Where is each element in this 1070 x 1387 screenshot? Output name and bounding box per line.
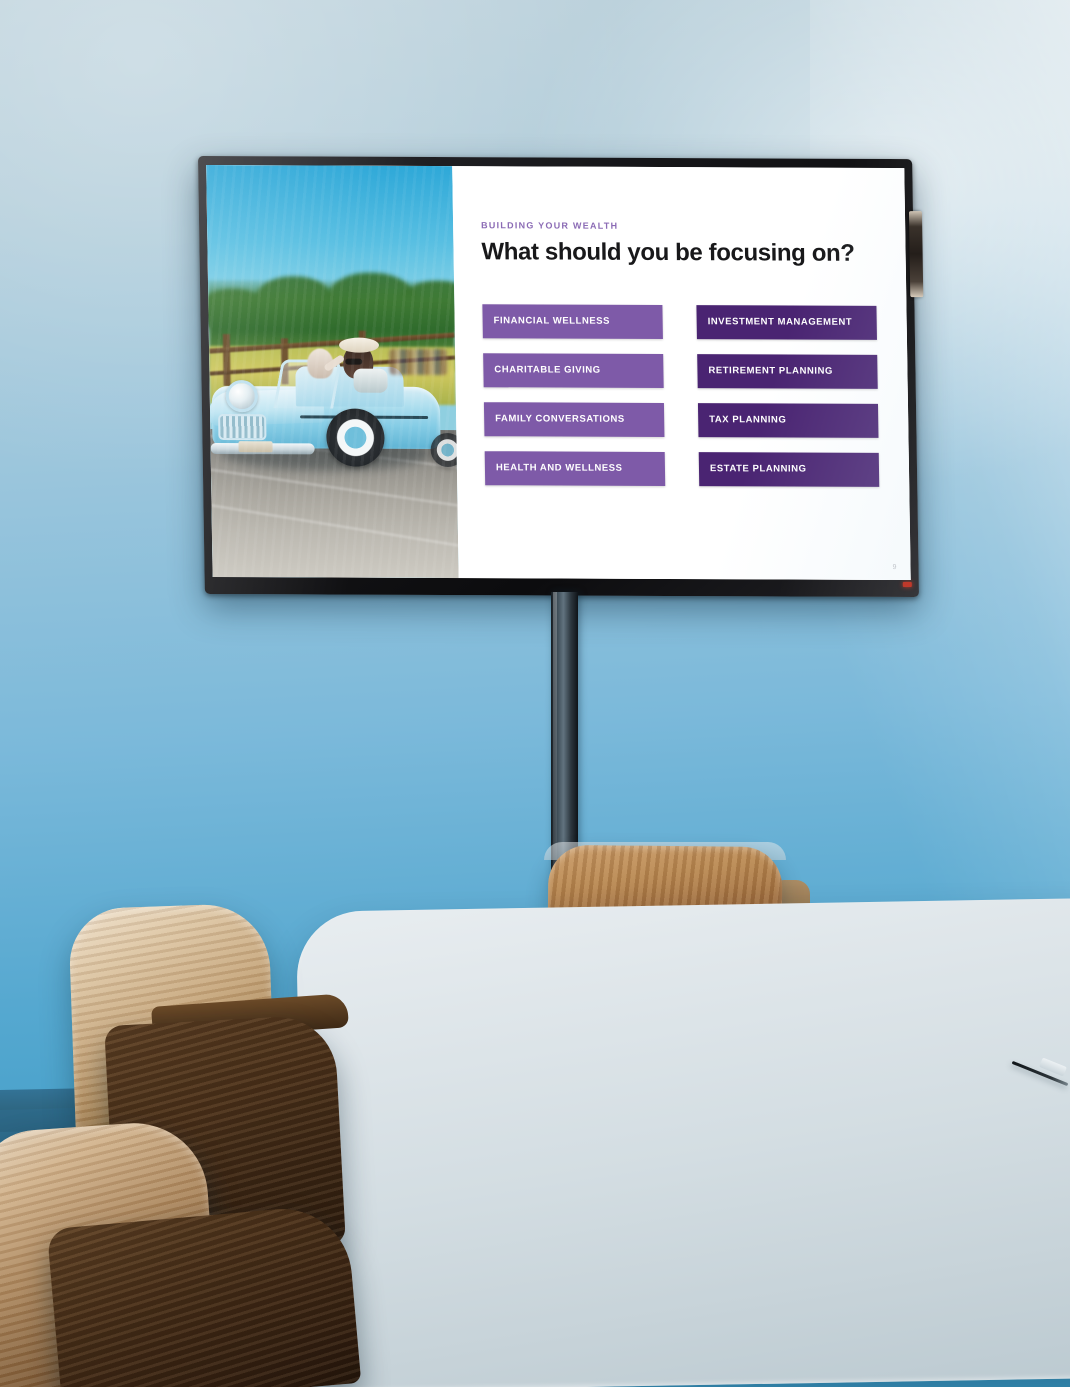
slide-headline: What should you be focusing on? xyxy=(481,238,855,267)
conference-room-scene: BUILDING YOUR WEALTH What should you be … xyxy=(0,0,1070,1387)
photo-passenger-hat xyxy=(338,337,380,353)
tv-mount-bracket xyxy=(908,211,924,298)
photo-road-streak xyxy=(206,501,459,552)
photo-passenger-sunglasses xyxy=(345,358,363,365)
foreground-chair-seat[interactable] xyxy=(46,1203,362,1387)
topic-tile-family-conversations[interactable]: FAMILY CONVERSATIONS xyxy=(483,402,665,437)
photo-car xyxy=(206,320,459,471)
slide-content: BUILDING YOUR WEALTH What should you be … xyxy=(452,166,911,581)
topic-tile-grid: FINANCIAL WELLNESS INVESTMENT MANAGEMENT… xyxy=(482,304,880,487)
power-led-icon xyxy=(902,581,912,588)
photo-passenger-torso xyxy=(353,368,388,393)
photo-road-streak xyxy=(206,465,459,511)
topic-tile-tax-planning[interactable]: TAX PLANNING xyxy=(697,403,879,438)
topic-tile-financial-wellness[interactable]: FINANCIAL WELLNESS xyxy=(482,304,663,339)
photo-background-crowd xyxy=(389,348,448,375)
car-rear-wheel xyxy=(430,432,459,467)
slide-eyebrow: BUILDING YOUR WEALTH xyxy=(481,220,619,231)
conference-table[interactable] xyxy=(296,898,1070,1387)
topic-tile-charitable-giving[interactable]: CHARITABLE GIVING xyxy=(483,353,664,388)
topic-tile-retirement-planning[interactable]: RETIREMENT PLANNING xyxy=(697,354,878,389)
presentation-slide: BUILDING YOUR WEALTH What should you be … xyxy=(206,165,911,581)
tv-screen[interactable]: BUILDING YOUR WEALTH What should you be … xyxy=(206,165,911,581)
topic-tile-estate-planning[interactable]: ESTATE PLANNING xyxy=(698,452,880,487)
slide-photo xyxy=(206,165,459,579)
car-grille xyxy=(218,413,267,441)
car-headlight xyxy=(225,379,259,413)
car-license-plate xyxy=(238,441,273,453)
presentation-display[interactable]: BUILDING YOUR WEALTH What should you be … xyxy=(198,156,924,598)
topic-tile-health-and-wellness[interactable]: HEALTH AND WELLNESS xyxy=(484,451,666,486)
car-front-wheel xyxy=(325,408,385,467)
slide-page-number: 9 xyxy=(892,563,897,571)
topic-tile-investment-management[interactable]: INVESTMENT MANAGEMENT xyxy=(696,305,877,340)
